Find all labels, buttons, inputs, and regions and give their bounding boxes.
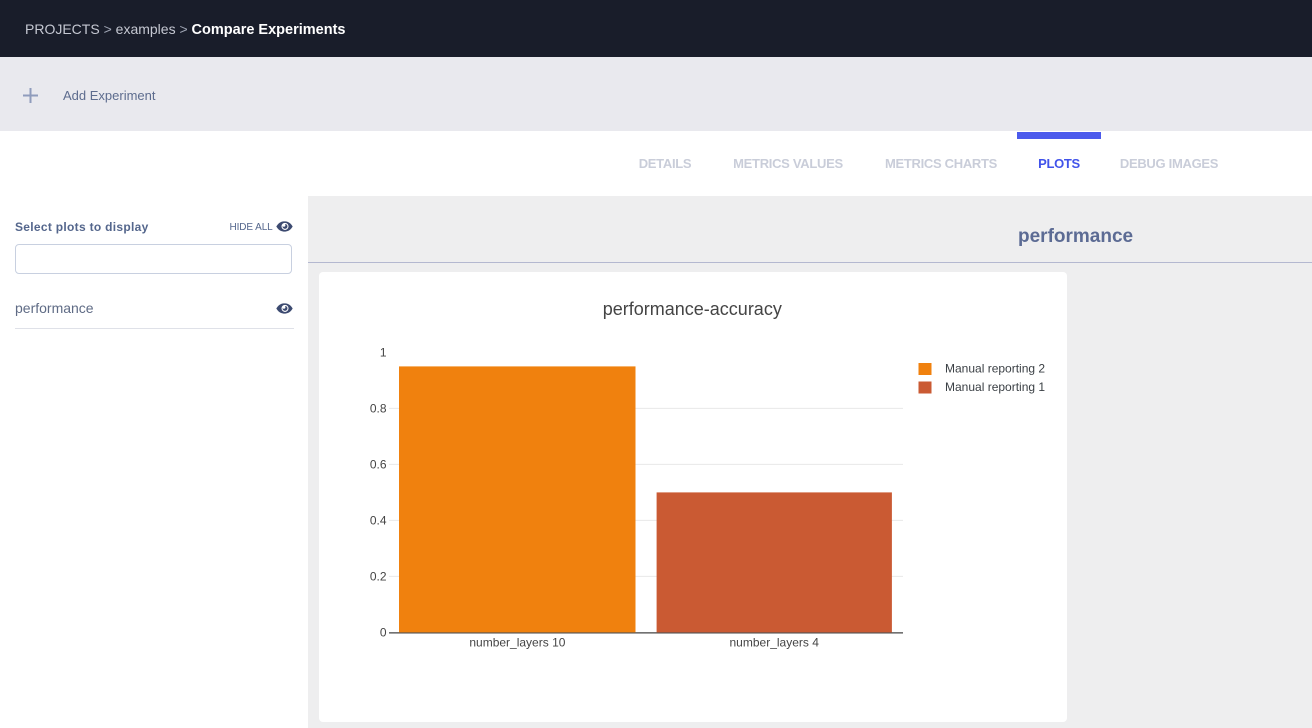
svg-text:0.6: 0.6 [370, 457, 387, 471]
svg-text:Manual reporting 2: Manual reporting 2 [945, 361, 1045, 375]
svg-text:Manual reporting 1: Manual reporting 1 [945, 380, 1045, 394]
svg-text:number_layers 4: number_layers 4 [730, 635, 820, 649]
svg-text:0.2: 0.2 [370, 569, 387, 583]
svg-text:0.4: 0.4 [370, 513, 387, 527]
svg-text:number_layers 10: number_layers 10 [469, 635, 565, 649]
svg-text:0: 0 [380, 625, 387, 639]
svg-text:performance-accuracy: performance-accuracy [603, 298, 782, 318]
svg-text:0.8: 0.8 [370, 401, 387, 415]
svg-text:1: 1 [380, 345, 387, 359]
